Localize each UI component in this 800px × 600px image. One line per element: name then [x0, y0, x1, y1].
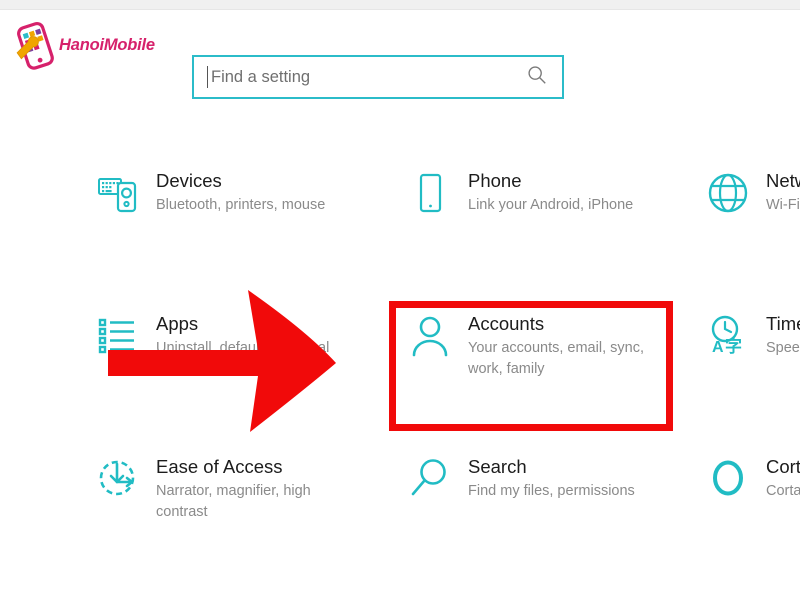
tile-title: Search: [468, 456, 527, 477]
settings-tile-devices[interactable]: Devices Bluetooth, printers, mouse: [96, 160, 386, 216]
settings-tile-time-language[interactable]: A 字 Time Speec: [706, 303, 800, 359]
settings-tile-accounts[interactable]: Accounts Your accounts, email, sync, wor…: [408, 303, 698, 379]
cortana-ring-icon: [706, 456, 750, 502]
settings-tile-search[interactable]: Search Find my files, permissions: [408, 446, 698, 502]
tile-subtitle: Speec: [766, 340, 800, 357]
text-caret: [207, 66, 208, 88]
settings-row: e Ease of Access Narrator, magnifier, hi…: [0, 446, 800, 589]
phone-wrench-icon: [12, 21, 58, 71]
phone-icon: [408, 170, 452, 216]
tile-title: Time: [766, 313, 800, 334]
tile-subtitle: Uninstall, defaults, optional features: [156, 340, 330, 377]
settings-row: , colors: [0, 303, 800, 446]
tile-title: Devices: [156, 170, 222, 191]
tile-subtitle: Narrator, magnifier, high contrast: [156, 483, 311, 520]
search-icon[interactable]: [526, 64, 548, 91]
tile-title: Accounts: [468, 313, 545, 334]
search-input[interactable]: Find a setting: [192, 55, 564, 99]
settings-row: tions,: [0, 160, 800, 303]
settings-tile-phone[interactable]: Phone Link your Android, iPhone: [408, 160, 698, 216]
tile-subtitle: Your accounts, email, sync, work, family: [468, 340, 644, 377]
brand-logo: HanoiMobile: [12, 18, 167, 73]
globe-icon: [706, 170, 750, 216]
tile-subtitle: Wi-Fi,: [766, 197, 800, 214]
settings-grid: tions,: [0, 160, 800, 589]
tile-subtitle: Corta notific: [766, 483, 800, 500]
tile-title: Netw: [766, 170, 800, 191]
clock-language-icon: A 字: [706, 313, 750, 359]
window-top-strip: [0, 0, 800, 10]
settings-tile-ease-of-access[interactable]: Ease of Access Narrator, magnifier, high…: [96, 446, 386, 522]
tile-subtitle: Bluetooth, printers, mouse: [156, 197, 326, 214]
magnifier-icon: [408, 456, 452, 502]
svg-text:字: 字: [725, 336, 742, 357]
tile-subtitle: Find my files, permissions: [468, 483, 635, 500]
svg-text:A: A: [712, 339, 724, 356]
tile-title: Phone: [468, 170, 522, 191]
apps-list-icon: [96, 313, 140, 359]
devices-icon: [96, 170, 140, 216]
tile-title: Corta: [766, 456, 800, 477]
person-icon: [408, 313, 452, 359]
tile-title: Apps: [156, 313, 199, 334]
tile-title: Ease of Access: [156, 456, 283, 477]
settings-tile-apps[interactable]: Apps Uninstall, defaults, optional featu…: [96, 303, 386, 379]
settings-tile-network[interactable]: Netw Wi-Fi,: [706, 160, 800, 216]
settings-tile-cortana[interactable]: Corta Corta notific: [706, 446, 800, 502]
search-placeholder-text: Find a setting: [211, 67, 311, 86]
tile-subtitle: Link your Android, iPhone: [468, 197, 634, 214]
ease-of-access-icon: [96, 456, 140, 502]
brand-name: HanoiMobile: [59, 36, 155, 54]
